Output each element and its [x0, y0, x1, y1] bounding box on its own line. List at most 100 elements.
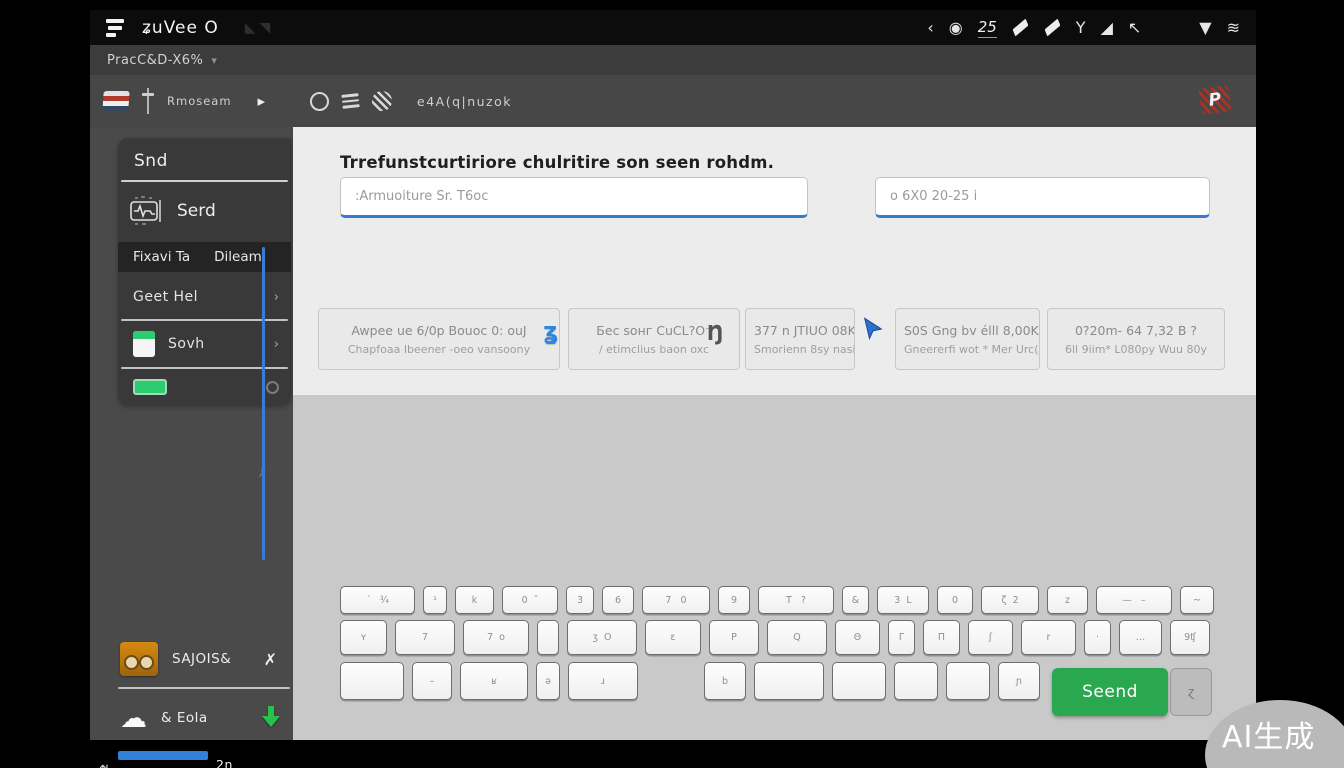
- header-band: Rmoseam ▸ e4A(q|nuzok P: [90, 75, 1256, 127]
- card-line2: Gneererfi wot * Mer Urc(0): [904, 342, 1040, 356]
- watermark-text: AI生成: [1222, 720, 1316, 755]
- signal-bar-icon: [1044, 18, 1061, 37]
- status-icons: ‹ ◉ 25 Y ◢ ↖ ▼ ≋: [927, 18, 1240, 38]
- key[interactable]: Q: [767, 620, 827, 655]
- key[interactable]: ə: [536, 662, 560, 700]
- key[interactable]: ʏ: [340, 620, 387, 655]
- key[interactable]: ·: [1084, 620, 1111, 655]
- key[interactable]: T ?: [758, 586, 834, 614]
- app-logo-icon: [106, 18, 124, 37]
- card-line1: Awpee ue 6/0p Bouoc 0: ouJ: [351, 322, 527, 338]
- scooter-icon: ʓ: [543, 317, 559, 345]
- sidebar-item-sajois[interactable]: SAJOIS& ✗: [90, 635, 293, 683]
- sidebar-item-htaesseo[interactable]: 2n Htaesseo: [90, 757, 293, 768]
- key[interactable]: 9: [718, 586, 750, 614]
- chevron-right-icon: ›: [273, 336, 279, 352]
- key[interactable]: 0: [937, 586, 973, 614]
- book-icon: [133, 331, 155, 357]
- key[interactable]: …: [1119, 620, 1162, 655]
- key[interactable]: b: [704, 662, 746, 700]
- key[interactable]: 3 L: [877, 586, 929, 614]
- key[interactable]: [537, 620, 559, 655]
- app-screen: ʑuVee O ◣◥ ‹ ◉ 25 Y ◢ ↖ ▼ ≋ PracC&D-X6% …: [90, 10, 1256, 768]
- caret-down-icon[interactable]: ▾: [211, 54, 217, 67]
- window-title-bar: PracC&D-X6% ▾: [90, 45, 1256, 75]
- divider: [121, 180, 288, 182]
- key[interactable]: ´ ¾: [340, 586, 415, 614]
- scrollbar-accent[interactable]: [262, 247, 265, 560]
- key[interactable]: [340, 662, 404, 700]
- key[interactable]: z: [1047, 586, 1088, 614]
- card-line2: Chapfoaa Ibeener -oeo vansoony: [347, 342, 531, 356]
- key[interactable]: ~: [1180, 586, 1214, 614]
- tab-dileam[interactable]: Dileam: [214, 249, 262, 265]
- text-input-right[interactable]: [875, 177, 1210, 218]
- key[interactable]: 6: [602, 586, 634, 614]
- key[interactable]: r: [1021, 620, 1076, 655]
- key[interactable]: k: [455, 586, 494, 614]
- funnel-icon: Y: [1075, 18, 1086, 37]
- download-arrow-icon[interactable]: [262, 706, 280, 730]
- key[interactable]: Π: [923, 620, 960, 655]
- key[interactable]: ε: [645, 620, 701, 655]
- key[interactable]: Γ: [888, 620, 915, 655]
- key[interactable]: &: [842, 586, 869, 614]
- flag-icon: [102, 91, 130, 111]
- key[interactable]: 7: [395, 620, 455, 655]
- red-brand-icon: P: [1198, 85, 1232, 115]
- undo-arrow-icon[interactable]: ↖: [1128, 18, 1141, 37]
- text-input-left[interactable]: [340, 177, 808, 218]
- stripes-icon[interactable]: [372, 91, 392, 111]
- keyboard-row: ʏ77 o ʒ Oε P Q Θ Γ Πʃ r ·… 9ʧ: [340, 620, 1210, 655]
- decoration-triangles: ◣◥: [244, 19, 275, 36]
- form-title: Trrefunstcurtiriore chulritire son seen …: [340, 153, 775, 172]
- send-button[interactable]: Seend: [1052, 668, 1168, 716]
- key[interactable]: [894, 662, 938, 700]
- key[interactable]: ʒ O: [567, 620, 637, 655]
- key[interactable]: –: [412, 662, 452, 700]
- key[interactable]: Θ: [835, 620, 880, 655]
- sidebar-item-geet-hel[interactable]: Geet Hel ›: [118, 280, 291, 314]
- suggestion-card[interactable]: 377 n JTIUO 08K! Smorienn 8sy nasiv: [745, 308, 855, 370]
- key[interactable]: ʃ: [968, 620, 1013, 655]
- sidebar-item-label: Sovh: [168, 336, 205, 352]
- circle-icon[interactable]: [310, 91, 329, 111]
- play-arrow-icon[interactable]: ▸: [257, 92, 265, 110]
- key[interactable]: ζ 2: [981, 586, 1039, 614]
- key[interactable]: ɲ: [998, 662, 1040, 700]
- suggestion-card[interactable]: 0?20m- 64 7,32 B ? 6ll 9iim* L080py Wuu …: [1047, 308, 1225, 370]
- back-chevron-icon[interactable]: ‹: [927, 18, 933, 37]
- key[interactable]: 7 o: [463, 620, 529, 655]
- key[interactable]: 0 ˇ: [502, 586, 558, 614]
- key[interactable]: [946, 662, 990, 700]
- chevron-right-icon: ›: [273, 289, 279, 305]
- key[interactable]: ɹ: [568, 662, 638, 700]
- sidebar-panel: Snd Serd Fixavi Ta Dileam Geet Hel › Sov…: [118, 138, 291, 405]
- key[interactable]: ʁ: [460, 662, 528, 700]
- menu-lines-icon[interactable]: [341, 93, 360, 109]
- wifi-wave-icon: ≋: [1226, 18, 1240, 37]
- key[interactable]: 7 0: [642, 586, 710, 614]
- suggestion-card[interactable]: Awpee ue 6/0p Bouoc 0: ouJ Chapfoaa Ibee…: [318, 308, 560, 370]
- key[interactable]: [832, 662, 886, 700]
- x-mark-icon[interactable]: ✗: [264, 650, 277, 669]
- key[interactable]: [754, 662, 824, 700]
- sidebar-header-label: Rmoseam: [167, 94, 232, 108]
- sidebar-item-serd[interactable]: Serd: [118, 188, 291, 234]
- tab-fixavi-ta[interactable]: Fixavi Ta: [133, 249, 190, 265]
- sidebar-item-label: Serd: [177, 201, 216, 221]
- page: ʑuVee O ◣◥ ‹ ◉ 25 Y ◢ ↖ ▼ ≋ PracC&D-X6% …: [0, 0, 1344, 768]
- key[interactable]: 9ʧ: [1170, 620, 1210, 655]
- key[interactable]: — –: [1096, 586, 1172, 614]
- sidebar-item-sovh[interactable]: Sovh ›: [118, 324, 291, 364]
- keyboard-side-key[interactable]: ɀ: [1170, 668, 1212, 716]
- suggestion-card[interactable]: S0S Gng bv élll 8,00K Gneererfi wot * Me…: [895, 308, 1040, 370]
- key[interactable]: P: [709, 620, 759, 655]
- key[interactable]: 3: [566, 586, 594, 614]
- sidebar-item-battery[interactable]: [118, 372, 291, 402]
- window-title: PracC&D-X6%: [107, 52, 204, 68]
- sidebar-item-eola[interactable]: ☁ & Eola: [90, 695, 293, 741]
- divider: [118, 687, 290, 689]
- key[interactable]: ¹: [423, 586, 447, 614]
- dropdown-triangle-icon[interactable]: ▼: [1199, 18, 1211, 37]
